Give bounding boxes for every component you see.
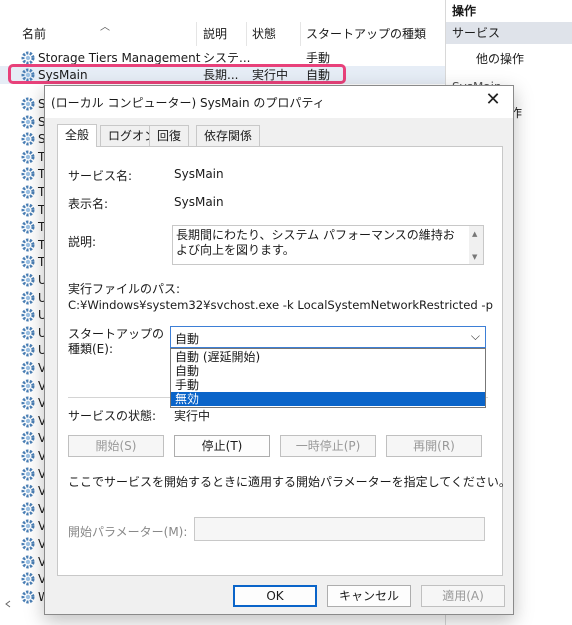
general-panel: サービス名: SysMain 表示名: SysMain 説明: 長期間にわたり、… — [57, 146, 511, 576]
startup-option-delayed[interactable]: 自動 (遅延開始) — [171, 350, 485, 364]
gear-icon — [21, 203, 35, 217]
dialog-title: (ローカル コンピューター) SysMain のプロパティ — [51, 96, 325, 110]
tab-recovery[interactable]: 回復 — [149, 125, 190, 146]
pause-button[interactable]: 一時停止(P) — [280, 435, 376, 457]
service-name-value: SysMain — [174, 167, 224, 181]
cancel-button[interactable]: キャンセル — [327, 585, 411, 607]
ok-button[interactable]: OK — [233, 585, 317, 607]
exe-path-label: 実行ファイルのパス: — [68, 282, 181, 296]
column-header-description[interactable]: 説明 — [203, 20, 227, 48]
actions-title: 操作 — [452, 4, 477, 18]
gear-icon — [21, 467, 35, 481]
tab-general[interactable]: 全般 — [57, 124, 98, 147]
gear-icon — [21, 537, 35, 551]
service-status-value: 実行中 — [174, 409, 211, 423]
resume-button[interactable]: 再開(R) — [386, 435, 482, 457]
tab-dependencies[interactable]: 依存関係 — [196, 125, 261, 146]
gear-icon — [21, 361, 35, 375]
gear-icon — [21, 431, 35, 445]
gear-icon — [21, 115, 35, 129]
service-name-label: サービス名: — [68, 169, 133, 183]
gear-icon — [21, 396, 35, 410]
display-name-label: 表示名: — [68, 197, 109, 211]
actions-section-services[interactable]: サービス — [446, 22, 572, 44]
gear-icon — [21, 220, 35, 234]
column-separator[interactable] — [300, 22, 301, 46]
startup-type-dropdown[interactable]: 自動 (遅延開始) 自動 手動 無効 — [170, 348, 486, 408]
startup-type-value: 自動 — [175, 332, 200, 346]
start-button[interactable]: 開始(S) — [68, 435, 164, 457]
column-separator[interactable] — [196, 22, 197, 46]
description-label: 説明: — [68, 235, 97, 249]
scrollbar-left-arrow-icon[interactable] — [0, 600, 40, 608]
gear-icon — [21, 291, 35, 305]
gear-icon — [21, 555, 35, 569]
gear-icon — [21, 273, 35, 287]
dialog-titlebar: (ローカル コンピューター) SysMain のプロパティ ✕ — [45, 86, 513, 118]
description-text: 長期間にわたり、システム パフォーマンスの維持および向上を図ります。 — [176, 228, 455, 257]
apply-button[interactable]: 適用(A) — [421, 585, 505, 607]
gear-icon — [21, 132, 35, 146]
gear-icon — [21, 572, 35, 586]
scroll-up-icon[interactable]: ▲ — [472, 230, 477, 238]
gear-icon — [21, 255, 35, 269]
startup-option-auto[interactable]: 自動 — [171, 364, 485, 378]
gear-icon — [21, 326, 35, 340]
param-label: 開始パラメーター(M): — [68, 525, 188, 539]
gear-icon — [21, 379, 35, 393]
close-icon[interactable]: ✕ — [483, 90, 503, 110]
properties-dialog: (ローカル コンピューター) SysMain のプロパティ ✕ 全般 ログオン … — [44, 85, 514, 615]
stop-button[interactable]: 停止(T) — [174, 435, 270, 457]
actions-item-more[interactable]: 他の操作 — [476, 50, 524, 67]
gear-icon — [21, 343, 35, 357]
display-name-value: SysMain — [174, 195, 224, 209]
description-scrollbar[interactable]: ▲ ▼ — [469, 226, 483, 264]
gear-icon — [21, 308, 35, 322]
description-box[interactable]: 長期間にわたり、システム パフォーマンスの維持および向上を図ります。 ▲ ▼ — [172, 225, 484, 265]
gear-icon — [21, 185, 35, 199]
sort-arrow-icon[interactable]: ︿ — [100, 18, 110, 33]
gear-icon — [21, 449, 35, 463]
highlight-annotation — [8, 64, 346, 84]
startup-option-manual[interactable]: 手動 — [171, 378, 485, 392]
startup-type-select[interactable]: 自動 ⌵ — [170, 326, 486, 348]
column-separator[interactable] — [246, 22, 247, 46]
column-header-status[interactable]: 状態 — [252, 20, 276, 48]
gear-icon — [21, 502, 35, 516]
column-header-name[interactable]: 名前 — [22, 20, 46, 48]
startup-option-disabled[interactable]: 無効 — [171, 392, 485, 406]
startup-type-label-line2: 種類(E): — [68, 342, 113, 356]
column-header-startup-type[interactable]: スタートアップの種類 — [306, 20, 426, 48]
gear-icon — [21, 97, 35, 111]
gear-icon — [21, 150, 35, 164]
service-status-label: サービスの状態: — [68, 409, 157, 423]
chevron-down-icon[interactable]: ⌵ — [471, 329, 480, 344]
gear-icon — [21, 167, 35, 181]
gear-icon — [21, 238, 35, 252]
exe-path-value: C:¥Windows¥system32¥svchost.exe -k Local… — [68, 298, 493, 312]
gear-icon — [21, 519, 35, 533]
gear-icon — [21, 414, 35, 428]
start-parameters-input[interactable] — [194, 517, 485, 541]
scroll-down-icon[interactable]: ▼ — [472, 253, 477, 261]
param-hint-text: ここでサービスを開始するときに適用する開始パラメーターを指定してください。 — [68, 475, 511, 489]
gear-icon — [21, 484, 35, 498]
